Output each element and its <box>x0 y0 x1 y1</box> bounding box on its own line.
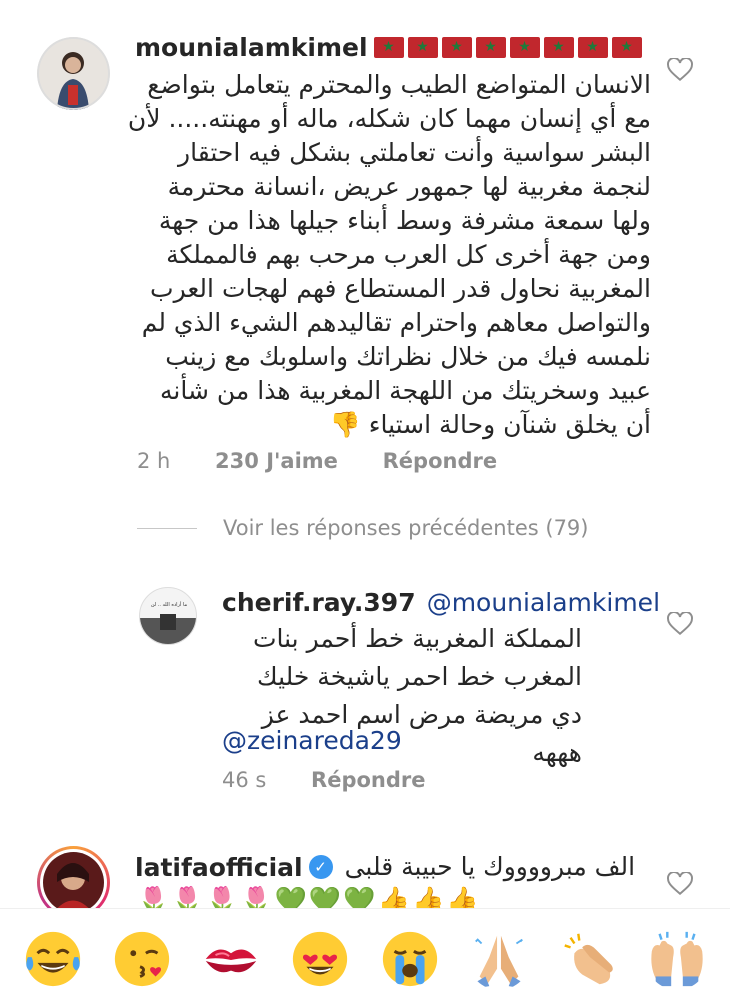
emoji-reaction-bar <box>0 908 730 1008</box>
reply-button[interactable]: Répondre <box>311 768 425 792</box>
avatar-mounialamkimel[interactable] <box>37 37 110 110</box>
comment-meta: 2 h 230 J'aime Répondre <box>137 449 497 473</box>
verified-badge-icon: ✓ <box>308 855 333 879</box>
kiss-mark-icon[interactable] <box>200 928 262 990</box>
loudly-crying-icon[interactable] <box>379 928 441 990</box>
face-tears-of-joy-icon[interactable] <box>22 928 84 990</box>
avatar-photo-icon <box>53 863 93 913</box>
username-latifa[interactable]: latifaofficial <box>135 853 303 882</box>
username-mounialamkimel[interactable]: mounialamkimel <box>135 33 368 62</box>
view-previous-replies[interactable]: Voir les réponses précédentes (79) <box>137 516 588 540</box>
face-blowing-kiss-icon[interactable] <box>111 928 173 990</box>
comment-text: الف مبرووووك يا حبيبة قلبى <box>344 852 636 881</box>
comment-time: 2 h <box>137 449 171 473</box>
morocco-flags-icon <box>373 37 642 58</box>
reply-button[interactable]: Répondre <box>383 449 497 473</box>
comment-mounialamkimel: mounialamkimel الانسان المتواضع الطيب وا… <box>0 0 730 500</box>
folded-hands-icon[interactable] <box>468 928 530 990</box>
svg-text:ما أراده الله .. لن: ما أراده الله .. لن <box>151 601 188 608</box>
mention-link[interactable]: @mounialamkimel <box>427 588 660 617</box>
like-heart-icon[interactable] <box>667 612 693 636</box>
like-heart-icon[interactable] <box>667 872 693 896</box>
username-cherif[interactable]: cherif.ray.397 <box>222 588 416 617</box>
like-heart-icon[interactable] <box>667 58 693 82</box>
replies-divider <box>137 527 197 529</box>
clapping-hands-icon[interactable] <box>557 928 619 990</box>
comment-text: الانسان المتواضع الطيب والمحترم يتعامل ب… <box>127 70 651 439</box>
comment-cherif: ما أراده الله .. لن cherif.ray.397 @moun… <box>0 570 730 810</box>
avatar-cherif[interactable]: ما أراده الله .. لن <box>139 587 197 645</box>
heart-eyes-icon[interactable] <box>289 928 351 990</box>
likes-count[interactable]: 230 J'aime <box>215 449 338 473</box>
mention-link-zeinareda[interactable]: @zeinareda29 <box>222 726 402 755</box>
reply-time: 46 s <box>222 768 267 792</box>
reply-meta: 46 s Répondre <box>222 768 426 792</box>
avatar-photo-icon: ما أراده الله .. لن <box>140 601 196 644</box>
comment-latifa: latifaofficial ✓ الف مبرووووك يا حبيبة ق… <box>0 830 730 919</box>
raising-hands-icon[interactable] <box>646 928 708 990</box>
